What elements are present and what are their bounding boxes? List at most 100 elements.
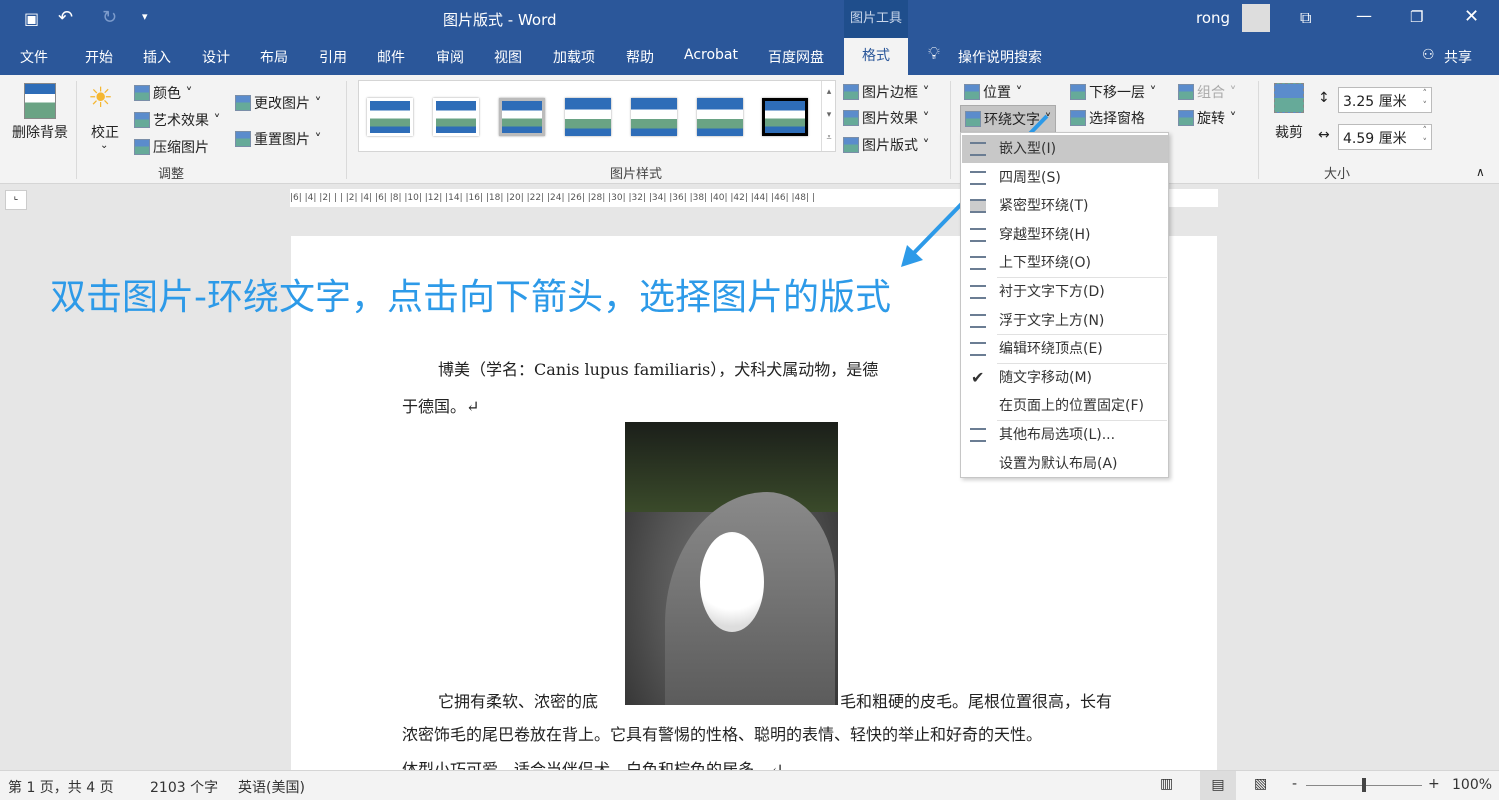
word-count[interactable]: 2103 个字 [150, 777, 218, 797]
wrap-menu-item[interactable]: 衬于文字下方(D) [962, 278, 1168, 306]
artistic-effects-button[interactable]: 艺术效果 ˅ [134, 110, 220, 130]
style-thumbnail[interactable] [762, 98, 808, 136]
tab-addins[interactable]: 加载项 [553, 47, 595, 67]
tab-file[interactable]: 文件 [20, 47, 48, 67]
window-title: 图片版式 - Word [443, 11, 557, 29]
wrap-option-icon [970, 227, 986, 242]
selection-pane-icon [1070, 110, 1086, 126]
wrap-menu-item[interactable]: 其他布局选项(L)... [962, 421, 1168, 449]
pomeranian-photo[interactable] [625, 422, 838, 705]
zoom-slider-thumb[interactable] [1362, 778, 1366, 792]
customize-qat-icon[interactable]: ▾ [142, 10, 148, 23]
restore-icon[interactable]: ❐ [1410, 8, 1423, 26]
group-label-adjust: 调整 [158, 167, 185, 182]
tab-baidu[interactable]: 百度网盘 [768, 47, 824, 67]
tab-home[interactable]: 开始 [85, 47, 113, 67]
wrap-option-icon [970, 285, 986, 299]
tab-format[interactable]: 格式 [844, 38, 908, 75]
zoom-in-button[interactable]: + [1428, 776, 1440, 792]
reset-picture-button[interactable]: 重置图片 ˅ [235, 129, 321, 149]
style-thumbnail[interactable] [433, 98, 479, 136]
send-backward-button[interactable]: 下移一层 ˅ [1070, 82, 1156, 102]
minimize-icon[interactable]: — [1356, 6, 1372, 25]
rotate-button[interactable]: 旋转 ˅ [1178, 108, 1236, 128]
web-layout-icon[interactable]: ▧ [1254, 776, 1267, 792]
avatar[interactable] [1242, 4, 1270, 32]
save-icon[interactable]: ▣ [24, 9, 39, 28]
dog [700, 532, 764, 632]
tab-layout[interactable]: 布局 [260, 47, 288, 67]
gallery-scroll[interactable]: ▴ ▾ ⩡ [821, 81, 836, 151]
print-layout-icon[interactable]: ▤ [1200, 771, 1236, 800]
picture-styles-gallery[interactable]: ▴ ▾ ⩡ [358, 80, 836, 152]
wrap-menu-item[interactable]: 紧密型环绕(T) [962, 192, 1168, 220]
share-button[interactable]: 共享 [1444, 47, 1472, 67]
zoom-level[interactable]: 100% [1452, 777, 1492, 793]
width-field[interactable]: 4.59 厘米 ˄ ˅ [1338, 124, 1432, 150]
wrap-option-icon [970, 199, 986, 214]
corrections-button[interactable]: 校正 [91, 122, 119, 142]
tab-view[interactable]: 视图 [494, 47, 522, 67]
tab-help[interactable]: 帮助 [626, 47, 654, 67]
wrap-menu-item-label: 设置为默认布局(A) [999, 455, 1118, 472]
language[interactable]: 英语(美国) [238, 777, 305, 797]
group-label-styles: 图片样式 [610, 167, 663, 182]
wrap-menu-item[interactable]: 穿越型环绕(H) [962, 221, 1168, 249]
tab-design[interactable]: 设计 [202, 47, 230, 67]
wrap-option-icon [970, 313, 986, 328]
change-picture-icon [235, 95, 251, 111]
change-picture-button[interactable]: 更改图片 ˅ [235, 93, 321, 113]
tell-me-search[interactable]: 操作说明搜索 [958, 47, 1042, 67]
wrap-menu-item-label: 其他布局选项(L)... [999, 427, 1116, 443]
style-thumbnail[interactable] [499, 98, 545, 136]
group-button[interactable]: 组合 ˅ [1178, 82, 1236, 102]
paragraph-2-left: 它拥有柔软、浓密的底 [438, 692, 599, 711]
ribbon-tabs: 文件 开始 插入 设计 布局 引用 邮件 审阅 视图 加载项 帮助 Acroba… [0, 38, 1499, 75]
tab-acrobat[interactable]: Acrobat [684, 47, 738, 63]
position-icon [964, 84, 980, 100]
ribbon-display-icon[interactable]: ⧉ [1300, 8, 1311, 28]
page-count[interactable]: 第 1 页，共 4 页 [8, 777, 114, 797]
tab-references[interactable]: 引用 [319, 47, 347, 67]
picture-layout-icon [843, 137, 859, 153]
remove-background-button[interactable]: 删除背景 [12, 122, 68, 142]
style-thumbnail[interactable] [367, 98, 413, 136]
compress-icon [134, 139, 150, 155]
tab-selector[interactable]: ⌞ [5, 190, 27, 210]
paragraph-2-line-2: 浓密饰毛的尾巴卷放在背上。它具有警惕的性格、聪明的表情、轻快的举止和好奇的天性。 [402, 725, 1043, 744]
wrap-option-icon [970, 142, 986, 156]
wrap-menu-item[interactable]: 四周型(S) [962, 164, 1168, 192]
wrap-menu-item[interactable]: 编辑环绕顶点(E) [962, 335, 1168, 363]
wrap-menu-item[interactable]: 在页面上的位置固定(F) [962, 392, 1168, 420]
wrap-menu-item[interactable]: 设置为默认布局(A) [962, 450, 1168, 478]
tab-mailings[interactable]: 邮件 [377, 47, 405, 67]
redo-icon[interactable]: ↻ [102, 7, 117, 28]
style-thumbnail[interactable] [631, 98, 677, 136]
position-button[interactable]: 位置 ˅ [964, 82, 1022, 102]
crop-button[interactable]: 裁剪 [1275, 122, 1303, 142]
send-backward-icon [1070, 84, 1086, 100]
paragraph-2-right: 毛和粗硬的皮毛。尾根位置很高，长有 [840, 692, 1113, 711]
wrap-menu-item[interactable]: 嵌入型(I) [962, 135, 1168, 163]
height-field[interactable]: 3.25 厘米 ˄ ˅ [1338, 87, 1432, 113]
wrap-menu-item[interactable]: 上下型环绕(O) [962, 249, 1168, 277]
share-icon[interactable]: ⚇ [1422, 47, 1435, 63]
style-thumbnail[interactable] [565, 98, 611, 136]
tab-review[interactable]: 审阅 [436, 47, 464, 67]
color-button[interactable]: 颜色 ˅ [134, 83, 192, 103]
selection-pane-button[interactable]: 选择窗格 [1070, 108, 1145, 128]
undo-icon[interactable]: ↶ [58, 7, 73, 28]
wrap-menu-item[interactable]: ✔ 随文字移动(M) [962, 364, 1168, 392]
title-bar: ▣ ↶ ↻ ▾ 图片版式 - Word 图片工具 rong ⧉ — ❐ ✕ [0, 0, 1499, 38]
compress-pictures-button[interactable]: 压缩图片 [134, 137, 209, 157]
read-mode-icon[interactable]: ▥ [1160, 776, 1173, 792]
style-thumbnail[interactable] [697, 98, 743, 136]
user-name[interactable]: rong [1196, 9, 1230, 27]
picture-border-button[interactable]: 图片边框 ˅ [843, 82, 929, 102]
wrap-menu-item[interactable]: 浮于文字上方(N) [962, 307, 1168, 335]
collapse-ribbon-icon[interactable]: ∧ [1476, 165, 1485, 179]
rotate-icon [1178, 110, 1194, 126]
zoom-out-button[interactable]: - [1292, 776, 1297, 792]
close-icon[interactable]: ✕ [1464, 6, 1479, 27]
tab-insert[interactable]: 插入 [143, 47, 171, 67]
